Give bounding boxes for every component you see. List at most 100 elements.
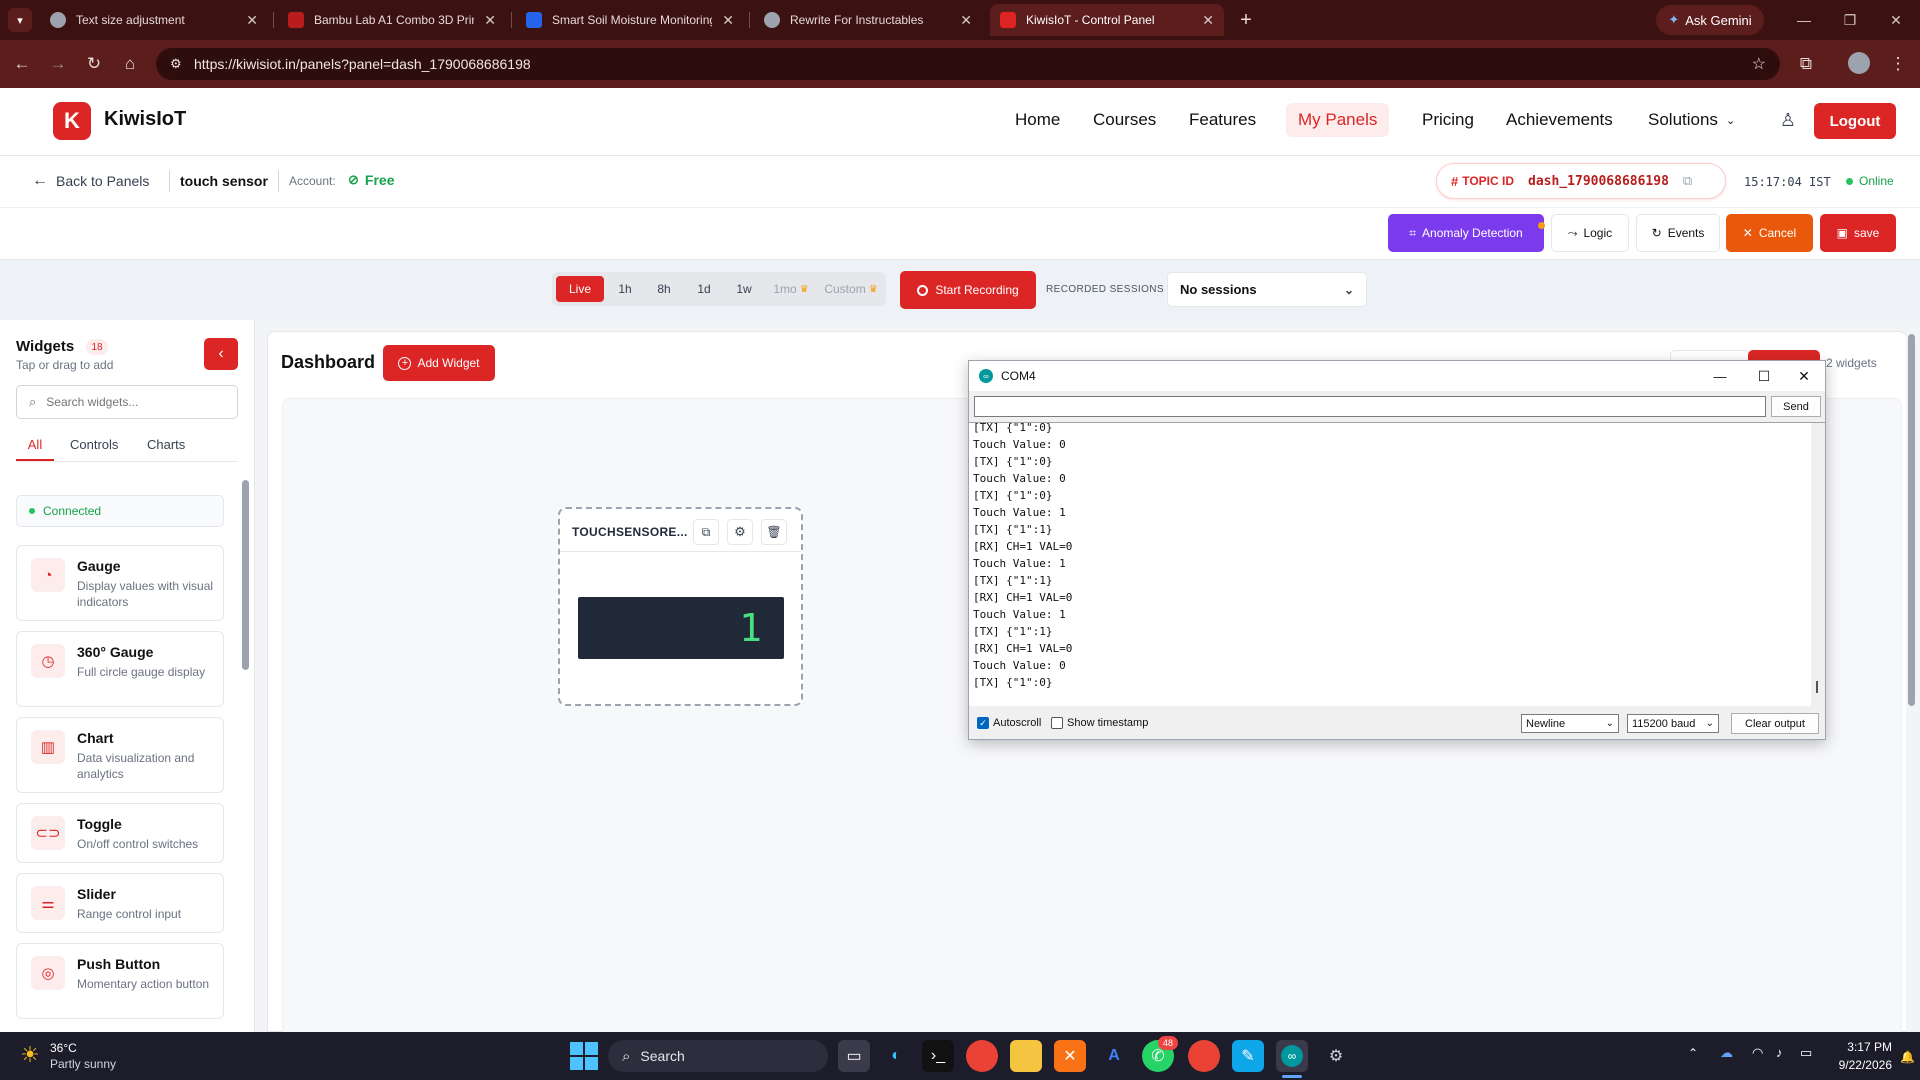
add-widget-button[interactable]: + Add Widget [383,345,495,381]
collapse-sidebar-button[interactable]: ‹ [204,338,238,370]
onedrive-cloud-icon[interactable]: ☁ [1720,1045,1733,1061]
range-1d[interactable]: 1d [686,276,722,302]
widget-card-gauge[interactable]: ◔ Gauge Display values with visual indic… [16,545,224,621]
serial-titlebar[interactable] [969,361,1825,391]
logout-button[interactable]: Logout [1814,103,1896,139]
sidebar-scrollbar[interactable] [242,480,249,670]
brand-name[interactable]: KiwisIoT [104,108,186,131]
bookmark-star-icon[interactable]: ☆ [1752,54,1766,74]
new-tab-button[interactable]: + [1232,6,1260,34]
delete-trash-icon[interactable]: 🗑 [761,519,787,545]
file-explorer-icon[interactable] [1010,1040,1042,1072]
nav-my-panels[interactable]: My Panels [1286,103,1390,137]
nav-features[interactable]: Features [1177,103,1268,137]
restore-window-button[interactable]: ❐ [1830,8,1870,32]
minimize-icon[interactable]: — [1705,365,1735,387]
serial-scrollbar[interactable] [1811,423,1825,706]
nav-solutions[interactable]: Solutions ⌄ [1636,103,1747,137]
browser-tab[interactable]: Text size adjustment ✕ [40,4,268,36]
widget-card-toggle[interactable]: ⊂⊃ Toggle On/off control switches [16,803,224,863]
close-icon[interactable]: ✕ [1202,12,1214,29]
weather-condition[interactable]: Partly sunny [50,1057,116,1071]
range-1w[interactable]: 1w [726,276,762,302]
kiwisiot-logo-icon[interactable]: K [53,102,91,140]
range-1h[interactable]: 1h [608,276,642,302]
clear-output-button[interactable]: Clear output [1731,713,1819,734]
nav-courses[interactable]: Courses [1081,103,1168,137]
task-view-icon[interactable]: ▭ [838,1040,870,1072]
taskbar-date[interactable]: 9/22/2026 [1822,1058,1892,1072]
app-a-icon[interactable]: A [1098,1040,1130,1072]
tab-search-button[interactable]: ▾ [8,8,32,32]
close-icon[interactable]: ✕ [246,12,258,29]
edge-browser-icon[interactable]: ◐ [880,1040,912,1072]
touch-sensor-widget[interactable]: TOUCHSENSORE... ⧉ ⚙ 🗑 1 [558,507,803,706]
serial-scrollbar-thumb[interactable] [1816,681,1818,693]
nav-achievements[interactable]: Achievements [1494,103,1625,137]
battery-icon[interactable]: ▭ [1800,1045,1812,1061]
duplicate-icon[interactable]: ⧉ [693,519,719,545]
snipping-tool-icon[interactable]: ✎ [1232,1040,1264,1072]
address-bar[interactable]: ⚙ https://kiwisiot.in/panels?panel=dash_… [156,48,1780,80]
events-button[interactable]: ↻ Events [1636,214,1720,252]
save-button[interactable]: ▣ save [1820,214,1896,252]
send-button[interactable]: Send [1771,396,1821,417]
widget-card-slider[interactable]: ⚌ Slider Range control input [16,873,224,933]
browser-tab[interactable]: Smart Soil Moisture Monitoring ✕ [516,4,744,36]
cancel-button[interactable]: ✕ Cancel [1726,214,1813,252]
sessions-select[interactable]: No sessions ⌄ [1167,272,1367,307]
minimize-window-button[interactable]: — [1784,8,1824,32]
back-arrow-icon[interactable]: ← [8,50,36,78]
logic-button[interactable]: ⤳ Logic [1551,214,1629,252]
browser-menu-icon[interactable]: ⋮ [1884,50,1912,78]
user-icon[interactable]: ♙ [1776,108,1800,132]
notification-bell-icon[interactable]: 🔔 [1900,1050,1915,1064]
xampp-icon[interactable]: ✕ [1054,1040,1086,1072]
tab-all[interactable]: All [16,437,54,461]
back-to-panels-link[interactable]: ← Back to Panels [32,172,149,190]
nav-home[interactable]: Home [1003,103,1072,137]
browser-tab[interactable]: Bambu Lab A1 Combo 3D Printer ✕ [278,4,506,36]
home-icon[interactable]: ⌂ [116,50,144,78]
volume-icon[interactable]: ♪ [1776,1045,1783,1060]
taskbar-search[interactable]: ⌕ Search [608,1040,828,1072]
profile-avatar[interactable] [1848,52,1870,74]
search-widgets-field[interactable] [46,395,217,409]
ask-gemini-button[interactable]: ✦ Ask Gemini [1656,5,1764,35]
close-icon[interactable]: ✕ [1789,365,1819,387]
arduino-ide-icon[interactable]: ∞ [1276,1040,1308,1072]
maximize-icon[interactable]: ☐ [1749,365,1779,387]
timestamp-checkbox[interactable]: Show timestamp [1051,717,1148,729]
terminal-icon[interactable]: ›_ [922,1040,954,1072]
anomaly-detection-button[interactable]: ⌗ Anomaly Detection [1388,214,1544,252]
serial-input-field[interactable] [974,396,1766,417]
range-live[interactable]: Live [556,276,604,302]
taskbar-time[interactable]: 3:17 PM [1842,1040,1892,1054]
close-window-button[interactable]: ✕ [1876,8,1916,32]
search-widgets-input[interactable]: ⌕ [16,385,238,419]
serial-output[interactable]: [TX] {"1":0} Touch Value: 0 [TX] {"1":0}… [969,423,1825,706]
reload-icon[interactable]: ↻ [80,50,108,78]
close-icon[interactable]: ✕ [484,12,496,29]
widget-card-360-gauge[interactable]: ◷ 360° Gauge Full circle gauge display [16,631,224,707]
chrome-icon[interactable] [966,1040,998,1072]
chrome-profile-icon[interactable] [1188,1040,1220,1072]
wifi-icon[interactable]: ◠ [1752,1045,1763,1061]
browser-tab[interactable]: Rewrite For Instructables ✕ [754,4,982,36]
start-recording-button[interactable]: Start Recording [900,271,1036,309]
tab-controls[interactable]: Controls [70,437,118,452]
widget-card-chart[interactable]: ▥ Chart Data visualization and analytics [16,717,224,793]
baud-rate-select[interactable]: 115200 baud ⌄ [1627,714,1719,733]
windows-start-icon[interactable] [570,1042,598,1070]
close-icon[interactable]: ✕ [722,12,734,29]
site-info-icon[interactable]: ⚙ [170,56,182,72]
nav-pricing[interactable]: Pricing [1410,103,1486,137]
weather-sun-icon[interactable]: ☀ [16,1042,44,1068]
line-ending-select[interactable]: Newline ⌄ [1521,714,1619,733]
settings-gear-icon[interactable]: ⚙ [1320,1040,1352,1072]
extensions-icon[interactable]: ⧉ [1792,50,1820,78]
range-custom[interactable]: Custom ♛ [818,276,884,302]
weather-temp[interactable]: 36°C [50,1041,77,1055]
widget-card-push-button[interactable]: ◎ Push Button Momentary action button [16,943,224,1019]
autoscroll-checkbox[interactable]: ✓ Autoscroll [977,717,1041,729]
